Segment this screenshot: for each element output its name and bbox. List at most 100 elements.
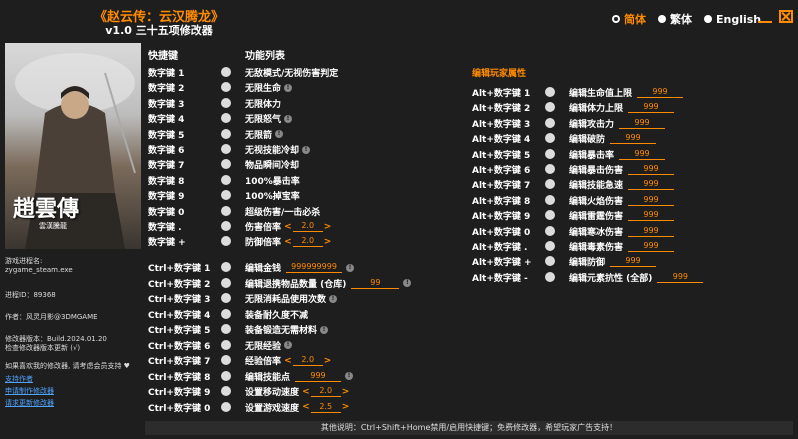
value-input[interactable]: 999999999	[286, 262, 343, 273]
toggle-button[interactable]	[221, 221, 231, 231]
hotkey-row-ctrl[interactable]: Ctrl+数字键 8 编辑技能点 999!	[148, 369, 408, 384]
hotkey-row-ctrl[interactable]: Ctrl+数字键 4 装备耐久度不减	[148, 307, 408, 322]
value-input[interactable]: 999	[628, 102, 675, 114]
value-input[interactable]: 999	[628, 179, 675, 191]
hotkey-row-alt[interactable]: Alt+数字键 . 编辑毒素伤害 999	[472, 239, 772, 254]
hotkey-row-numpad[interactable]: 数字键 9 100%掉宝率	[148, 188, 368, 203]
toggle-button[interactable]	[221, 82, 231, 93]
value-input[interactable]: 999	[628, 210, 675, 222]
hotkey-row-alt[interactable]: Alt+数字键 5 编辑暴击率 999	[472, 147, 772, 162]
hotkey-row-alt[interactable]: Alt+数字键 0 编辑寒冰伤害 999	[472, 224, 772, 239]
info-icon[interactable]: !	[329, 294, 338, 303]
toggle-button[interactable]	[545, 117, 555, 128]
info-icon[interactable]: !	[275, 130, 284, 139]
hotkey-row-alt[interactable]: Alt+数字键 4 编辑破防 999	[472, 131, 772, 146]
toggle-button[interactable]	[545, 164, 555, 174]
toggle-button[interactable]	[545, 256, 555, 267]
value-input[interactable]: 2.5	[310, 402, 341, 413]
info-icon[interactable]: !	[345, 372, 354, 380]
request-trainer-link[interactable]: 申请制作修改器	[5, 386, 54, 396]
check-update-link[interactable]: 检查修改器版本更新 (√)	[5, 343, 80, 353]
value-input[interactable]: 2.0	[292, 355, 323, 366]
toggle-button[interactable]	[545, 133, 555, 144]
hotkey-row-numpad[interactable]: 数字键 7 物品瞬间冷却	[148, 157, 368, 172]
value-input[interactable]: 999	[628, 226, 675, 237]
hotkey-row-alt[interactable]: Alt+数字键 9 编辑雷霆伤害 999	[472, 208, 772, 223]
toggle-button[interactable]	[221, 159, 231, 170]
info-icon[interactable]: !	[284, 83, 293, 92]
value-input[interactable]: 999	[619, 118, 666, 129]
toggle-button[interactable]	[221, 401, 231, 412]
info-icon[interactable]: !	[284, 114, 293, 123]
decrease-arrow-icon[interactable]: <	[281, 222, 292, 232]
hotkey-row-numpad[interactable]: 数字键 6 无视技能冷却!	[148, 142, 368, 157]
toggle-button[interactable]	[221, 293, 231, 303]
hotkey-row-alt[interactable]: Alt+数字键 + 编辑防御 999	[472, 254, 772, 269]
toggle-button[interactable]	[545, 179, 555, 190]
hotkey-row-ctrl[interactable]: Ctrl+数字键 0 设置游戏速度 <2.5 >	[148, 400, 408, 415]
toggle-button[interactable]	[221, 355, 231, 365]
hotkey-row-numpad[interactable]: 数字键 . 伤害倍率 <2.0 >	[148, 219, 368, 234]
hotkey-row-ctrl[interactable]: Ctrl+数字键 5 装备锻造无需材料!	[148, 322, 408, 337]
toggle-button[interactable]	[545, 148, 555, 159]
value-input[interactable]: 2.0	[292, 236, 323, 248]
toggle-button[interactable]	[221, 67, 231, 77]
value-input[interactable]: 999	[637, 87, 684, 98]
hotkey-row-numpad[interactable]: 数字键 3 无限体力	[148, 96, 368, 111]
lang-option-english[interactable]: English	[704, 13, 761, 26]
hotkey-row-alt[interactable]: Alt+数字键 7 编辑技能急速 999	[472, 177, 772, 192]
toggle-button[interactable]	[545, 271, 555, 282]
value-input[interactable]: 999	[610, 256, 657, 268]
toggle-button[interactable]	[221, 370, 231, 381]
hotkey-row-numpad[interactable]: 数字键 5 无限箭!	[148, 127, 368, 142]
minimize-button[interactable]	[758, 10, 772, 23]
toggle-button[interactable]	[221, 128, 231, 139]
toggle-button[interactable]	[221, 190, 231, 201]
info-icon[interactable]: !	[284, 341, 293, 349]
hotkey-row-numpad[interactable]: 数字键 8 100%暴击率	[148, 173, 368, 188]
toggle-button[interactable]	[545, 210, 555, 221]
value-input[interactable]: 999	[295, 371, 342, 382]
decrease-arrow-icon[interactable]: <	[299, 402, 310, 412]
hotkey-row-numpad[interactable]: 数字键 2 无限生命!	[148, 80, 368, 95]
decrease-arrow-icon[interactable]: <	[281, 237, 292, 247]
value-input[interactable]: 999	[619, 149, 666, 160]
hotkey-row-ctrl[interactable]: Ctrl+数字键 6 无限经验!	[148, 338, 408, 353]
increase-arrow-icon[interactable]: >	[324, 237, 332, 247]
hotkey-row-alt[interactable]: Alt+数字键 2 编辑体力上限 999	[472, 100, 772, 115]
increase-arrow-icon[interactable]: >	[324, 222, 332, 232]
request-update-link[interactable]: 请求更新修改器	[5, 398, 54, 408]
hotkey-row-numpad[interactable]: 数字键 4 无限怒气!	[148, 111, 368, 126]
toggle-button[interactable]	[221, 308, 231, 319]
hotkey-row-ctrl[interactable]: Ctrl+数字键 3 无限消耗品使用次数!	[148, 291, 408, 306]
toggle-button[interactable]	[221, 339, 231, 350]
hotkey-row-numpad[interactable]: 数字键 1 无敌模式/无视伤害判定	[148, 65, 368, 80]
increase-arrow-icon[interactable]: >	[342, 387, 350, 397]
info-icon[interactable]: !	[403, 279, 412, 287]
value-input[interactable]: 2.0	[310, 386, 341, 397]
toggle-button[interactable]	[545, 194, 555, 205]
toggle-button[interactable]	[221, 205, 231, 216]
toggle-button[interactable]	[221, 144, 231, 154]
hotkey-row-ctrl[interactable]: Ctrl+数字键 2 编辑退携物品数量 (仓库) 99!	[148, 276, 412, 291]
toggle-button[interactable]	[221, 277, 231, 288]
increase-arrow-icon[interactable]: >	[342, 402, 350, 412]
hotkey-row-numpad[interactable]: 数字键 0 超级伤害/一击必杀	[148, 204, 368, 219]
hotkey-row-ctrl[interactable]: Ctrl+数字键 7 经验倍率 <2.0 >	[148, 353, 408, 368]
info-icon[interactable]: !	[346, 263, 355, 272]
value-input[interactable]: 99	[351, 278, 400, 289]
toggle-button[interactable]	[545, 87, 555, 97]
toggle-button[interactable]	[545, 241, 555, 251]
toggle-button[interactable]	[221, 386, 231, 396]
lang-option-simplified[interactable]: 简体	[612, 11, 646, 27]
toggle-button[interactable]	[221, 262, 231, 272]
support-author-link[interactable]: 支持作者	[5, 374, 33, 384]
lang-option-traditional[interactable]: 繁体	[658, 11, 692, 27]
hotkey-row-ctrl[interactable]: Ctrl+数字键 1 编辑金钱 999999999!	[148, 260, 408, 275]
decrease-arrow-icon[interactable]: <	[299, 387, 310, 397]
hotkey-row-numpad[interactable]: 数字键 + 防御倍率 <2.0 >	[148, 234, 368, 249]
decrease-arrow-icon[interactable]: <	[281, 356, 292, 366]
value-input[interactable]: 999	[628, 241, 675, 252]
hotkey-row-ctrl[interactable]: Ctrl+数字键 9 设置移动速度 <2.0 >	[148, 384, 408, 399]
increase-arrow-icon[interactable]: >	[324, 356, 332, 366]
